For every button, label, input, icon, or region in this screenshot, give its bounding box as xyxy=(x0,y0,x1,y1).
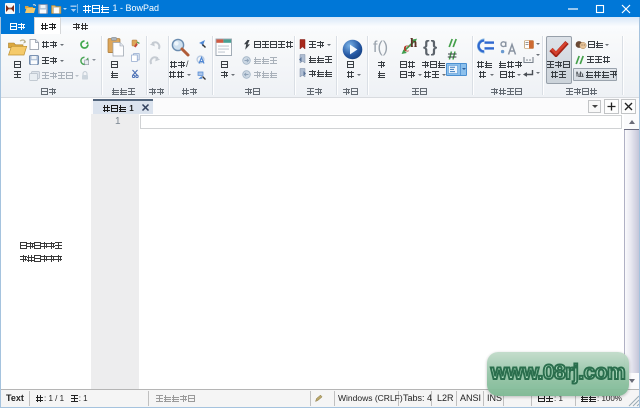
svg-text:h: h xyxy=(410,36,418,50)
svg-text:c: c xyxy=(404,40,410,55)
